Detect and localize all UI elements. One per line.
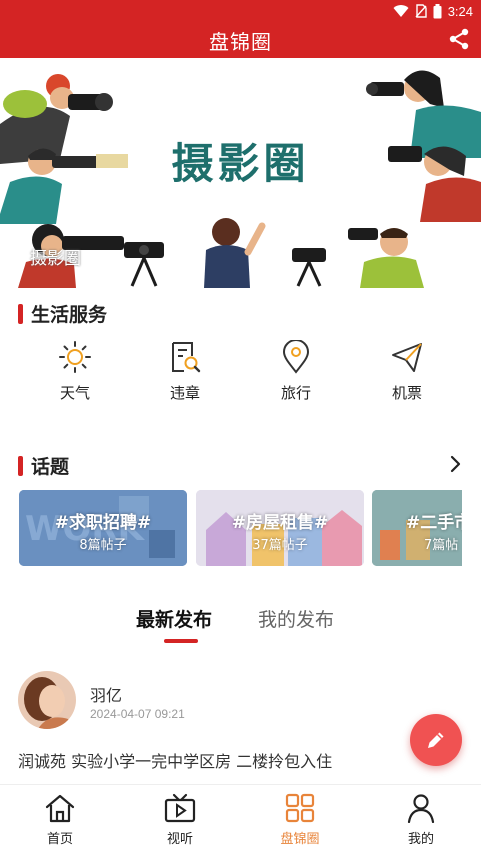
nav-label: 我的 [407,832,434,847]
user-icon [407,794,435,823]
banner-watermark: 摄影圈 [30,249,81,269]
sun-icon [59,341,91,373]
topic-name: #二手市 [406,513,462,533]
service-weather[interactable]: 天气 [30,340,120,406]
location-pin-icon [282,340,310,374]
tv-play-icon [164,793,196,823]
photographer-illustration [204,218,266,288]
topics-header: 话题 [18,452,69,479]
grid-icon [285,793,315,823]
status-time: 3:24 [447,3,473,19]
home-icon [45,794,75,823]
service-label: 旅行 [280,384,311,402]
post-username: 羽亿 [90,686,123,705]
topic-name: #房屋租售# [231,513,329,533]
service-violation[interactable]: 违章 [140,340,230,406]
topics-title: 话题 [31,456,70,478]
topic-card[interactable]: #房屋租售# 37篇帖子 [196,490,364,566]
pencil-icon [428,732,444,748]
bottom-nav: 首页 视听 盘锦圈 我的 [0,784,481,856]
topics-carousel[interactable]: WORK #求职招聘# 8篇帖子 #房屋租售# 37篇帖子 #二手市 7篇帖 [19,490,462,568]
banner-title: 摄影圈 [171,139,310,188]
topic-name: #求职招聘# [54,513,152,533]
service-label: 违章 [169,384,200,402]
nav-mine[interactable]: 我的 [381,791,461,853]
topic-count: 8篇帖子 [79,538,127,553]
service-label: 天气 [59,384,90,402]
active-tab-indicator [164,639,198,643]
tripod-camera-illustration [292,248,326,287]
section-accent-bar [18,303,23,324]
chevron-right-icon[interactable] [445,454,465,474]
topic-card[interactable]: WORK #求职招聘# 8篇帖子 [19,490,187,566]
services-grid: 天气 违章 旅行 机票 [0,340,481,410]
banner[interactable]: 摄影圈 摄影圈 [0,58,481,288]
services-header: 生活服务 [18,300,107,327]
wifi-icon [393,5,409,18]
no-sim-icon [415,4,427,18]
post-timestamp: 2024-04-07 09:21 [90,707,185,721]
service-label: 机票 [391,384,422,402]
battery-icon [433,3,442,18]
nav-label: 盘锦圈 [280,832,320,847]
section-accent-bar [18,455,23,476]
tab-latest[interactable]: 最新发布 [136,605,212,632]
services-title: 生活服务 [31,304,108,326]
tripod-camera-illustration [124,242,164,287]
compose-button[interactable] [410,714,462,766]
nav-label: 首页 [46,832,73,847]
tab-my-posts[interactable]: 我的发布 [258,605,334,632]
topic-count: 7篇帖 [424,538,459,553]
service-flight[interactable]: 机票 [362,340,452,406]
top-app-bar: 3:24 盘锦圈 [0,0,481,58]
nav-label: 视听 [166,832,193,847]
nav-av[interactable]: 视听 [140,791,220,853]
paper-plane-icon [392,343,422,372]
photographer-illustration [348,228,424,288]
nav-panjin-circle[interactable]: 盘锦圈 [260,791,340,853]
post-text[interactable]: 润诚苑 实验小学一完中学区房 二楼拎包入住 [18,748,458,772]
nav-home[interactable]: 首页 [20,791,100,853]
avatar[interactable] [18,671,76,729]
page-title: 盘锦圈 [209,30,272,54]
service-travel[interactable]: 旅行 [251,340,341,406]
topic-card[interactable]: #二手市 7篇帖 [372,490,462,566]
topic-count: 37篇帖子 [252,538,308,553]
document-search-icon [172,342,201,373]
avatar-image [18,671,76,729]
status-bar: 3:24 [393,3,473,19]
share-icon[interactable] [447,27,471,51]
feed-tabs: 最新发布 我的发布 [0,605,481,645]
